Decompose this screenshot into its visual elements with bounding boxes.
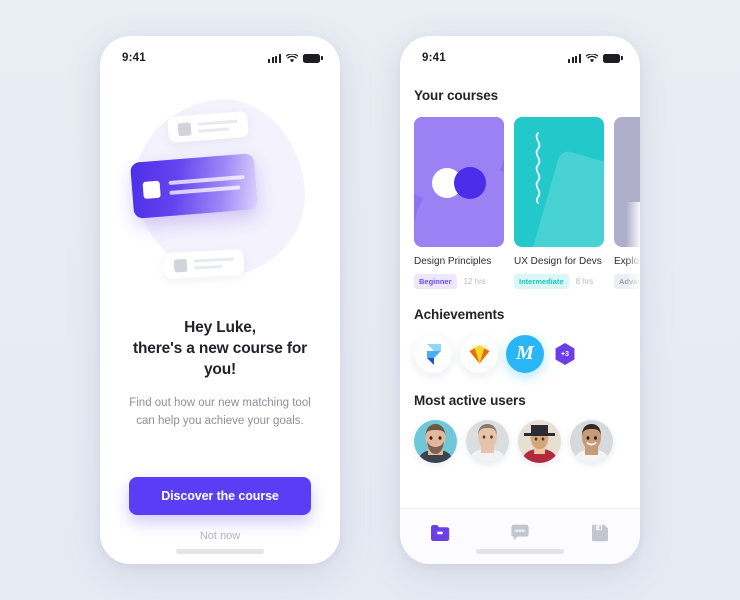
course-duration: 12 hrs bbox=[463, 277, 486, 286]
courses-section-title: Your courses bbox=[414, 88, 499, 103]
course-card[interactable]: UX Design for Devs Intermediate 8 hrs bbox=[514, 117, 604, 289]
achievements-row: M +3 bbox=[400, 322, 640, 373]
featured-course-card bbox=[129, 153, 259, 219]
promo-subtext-line2: can help you achieve your goals. bbox=[136, 415, 304, 427]
promo-cta-group: Discover the course Not now bbox=[100, 477, 340, 544]
course-title: Design Principles bbox=[414, 256, 492, 267]
promo-headline: Hey Luke, there's a new course for you! bbox=[100, 317, 340, 380]
status-time: 9:41 bbox=[122, 52, 146, 64]
squiggle-icon bbox=[535, 132, 541, 204]
ghost-card-thumb-icon bbox=[173, 258, 188, 273]
course-thumbnail-teal bbox=[514, 117, 604, 247]
screenshot-canvas: 9:41 Hey Luke, there's a new course for … bbox=[0, 0, 740, 600]
marvel-badge[interactable]: M bbox=[506, 335, 544, 373]
status-bar-right: 9:41 bbox=[400, 36, 640, 70]
course-duration: 8 hrs bbox=[575, 277, 594, 286]
battery-full-icon bbox=[303, 53, 323, 63]
tab-saved[interactable] bbox=[577, 520, 623, 546]
folder-icon bbox=[431, 525, 450, 541]
status-icons bbox=[268, 53, 323, 63]
chat-icon bbox=[511, 524, 529, 541]
achievements-more-badge[interactable]: +3 bbox=[555, 343, 575, 365]
achievements-section-title: Achievements bbox=[414, 307, 505, 322]
course-card[interactable]: Design Principles Beginner 12 hrs bbox=[414, 117, 504, 289]
course-card[interactable]: Explore Advanced bbox=[614, 117, 640, 289]
ghost-card-bottom bbox=[163, 248, 245, 280]
course-meta: Advanced bbox=[614, 274, 640, 289]
course-level-badge: Advanced bbox=[614, 274, 640, 289]
framer-icon bbox=[426, 343, 441, 365]
status-time: 9:41 bbox=[422, 52, 446, 64]
course-title: UX Design for Devs bbox=[514, 256, 602, 267]
left-screen: Hey Luke, there's a new course for you! … bbox=[100, 89, 340, 564]
promo-headline-line1: Hey Luke, bbox=[184, 319, 256, 336]
home-indicator bbox=[176, 549, 264, 554]
phone-left: 9:41 Hey Luke, there's a new course for … bbox=[100, 36, 340, 564]
courses-rail[interactable]: Design Principles Beginner 12 hrs UX Des… bbox=[400, 103, 640, 289]
avatar-bearded-man[interactable] bbox=[414, 420, 457, 463]
tab-courses[interactable] bbox=[417, 520, 463, 546]
bottom-tab-bar bbox=[400, 508, 640, 564]
sketch-badge[interactable] bbox=[460, 335, 498, 373]
promo-subtext: Find out how our new matching tool can h… bbox=[100, 394, 340, 430]
status-bar-left: 9:41 bbox=[100, 36, 340, 70]
wifi-icon bbox=[286, 53, 298, 62]
sketch-icon bbox=[469, 344, 489, 363]
wifi-icon bbox=[586, 53, 598, 62]
save-icon bbox=[592, 524, 608, 542]
course-thumbnail-purple bbox=[414, 117, 504, 247]
not-now-link[interactable]: Not now bbox=[200, 530, 240, 542]
course-cards-illustration bbox=[100, 89, 340, 309]
course-thumbnail-lavender bbox=[614, 117, 640, 247]
phone-right: 9:41 Your courses Design Principles Begi… bbox=[400, 36, 640, 564]
ghost-card-thumb-icon bbox=[177, 121, 192, 136]
cellular-bars-icon bbox=[568, 53, 581, 63]
featured-card-thumb-icon bbox=[142, 180, 161, 199]
course-level-badge: Intermediate bbox=[514, 274, 569, 289]
cellular-bars-icon bbox=[268, 53, 281, 63]
course-meta: Beginner 12 hrs bbox=[414, 274, 504, 289]
framer-badge[interactable] bbox=[414, 335, 452, 373]
discover-course-button[interactable]: Discover the course bbox=[129, 477, 311, 515]
avatar-smiling-man[interactable] bbox=[570, 420, 613, 463]
course-level-badge: Beginner bbox=[414, 274, 457, 289]
course-meta: Intermediate 8 hrs bbox=[514, 274, 604, 289]
ghost-card-lines bbox=[193, 257, 235, 270]
promo-headline-line2: there's a new course for you! bbox=[132, 340, 308, 378]
battery-full-icon bbox=[603, 53, 623, 63]
active-users-row bbox=[400, 408, 640, 463]
tab-messages[interactable] bbox=[497, 520, 543, 546]
dashboard-screen: Your courses Design Principles Beginner … bbox=[400, 70, 640, 564]
course-title: Explore bbox=[614, 256, 640, 267]
home-indicator bbox=[476, 549, 564, 554]
users-section-title: Most active users bbox=[414, 393, 526, 408]
promo-subtext-line1: Find out how our new matching tool bbox=[129, 397, 311, 409]
ghost-card-lines bbox=[197, 119, 239, 134]
status-icons bbox=[568, 53, 623, 63]
featured-card-lines bbox=[168, 174, 245, 196]
avatar-woman-lace[interactable] bbox=[466, 420, 509, 463]
circle-purple-shape bbox=[454, 167, 486, 199]
avatar-woman-hat[interactable] bbox=[518, 420, 561, 463]
